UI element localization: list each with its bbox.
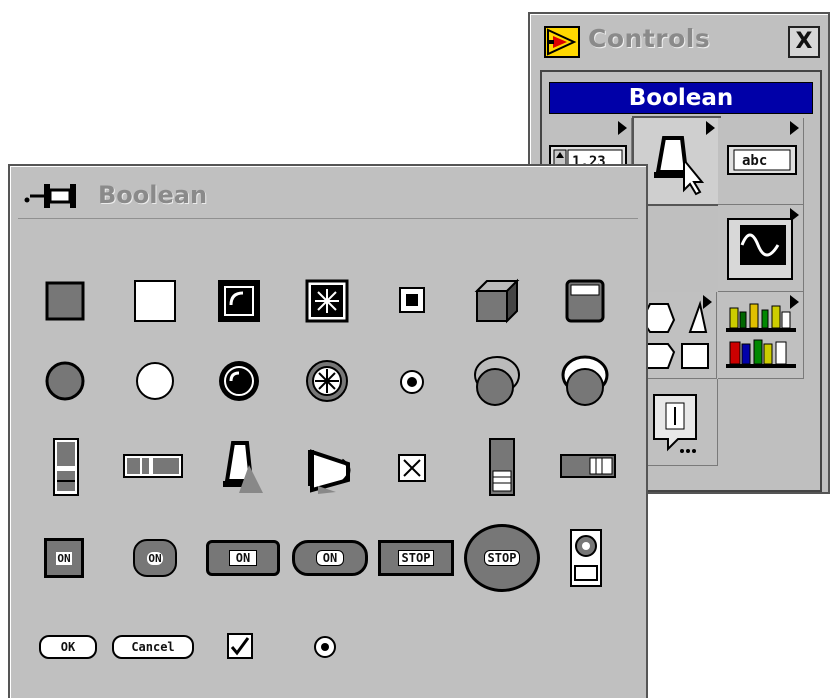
horizontal-toggle-lever[interactable] <box>300 438 360 498</box>
close-button[interactable]: X <box>788 26 820 58</box>
string-value-label: abc <box>742 153 768 169</box>
stop-label: STOP <box>397 550 435 566</box>
3d-round-rocker[interactable] <box>558 350 612 412</box>
round-push-button[interactable] <box>40 356 90 406</box>
on-label: ON <box>228 550 258 566</box>
rect-on-button[interactable]: ON <box>204 538 282 578</box>
refnum-icon <box>653 394 697 453</box>
boolean-titlebar[interactable]: Boolean <box>18 174 638 219</box>
ok-label: OK <box>60 640 76 654</box>
square-light[interactable] <box>212 276 266 326</box>
horizontal-rocker-switch[interactable] <box>558 450 618 482</box>
stop-button[interactable]: STOP <box>376 538 456 578</box>
radio-button[interactable] <box>308 630 342 664</box>
3d-round-button[interactable] <box>470 350 524 412</box>
on-label: ON <box>56 551 72 565</box>
submenu-arrow-icon <box>618 121 627 135</box>
round-light[interactable] <box>212 356 266 406</box>
pushpin-icon[interactable] <box>22 180 98 210</box>
submenu-arrow-icon <box>790 121 799 135</box>
round-burst-light[interactable] <box>300 356 354 406</box>
square-burst-light[interactable] <box>300 276 354 326</box>
square-push-button[interactable] <box>40 278 90 324</box>
round-stop-button[interactable]: STOP <box>462 522 542 594</box>
vertical-rocker-switch[interactable] <box>480 432 524 502</box>
palette-item-string[interactable]: abc <box>718 118 804 205</box>
graph-icon <box>727 218 793 280</box>
decorations-shapes-icon <box>640 300 709 369</box>
palette-item-graph[interactable] <box>718 205 804 292</box>
checkbox[interactable] <box>222 628 258 664</box>
cancel-label: Cancel <box>131 640 175 654</box>
square-on-button[interactable]: ON <box>42 536 86 580</box>
vertical-toggle-switch[interactable] <box>44 434 88 500</box>
palette-header: Boolean <box>549 82 813 114</box>
3d-rocker-square[interactable] <box>558 274 612 328</box>
ok-button[interactable]: OK <box>36 632 100 662</box>
bookshelf-icon <box>726 303 796 368</box>
boolean-palette-window: Boolean ON ON ON ON STOP STOP OK Cancel <box>8 164 648 698</box>
toggle-switch-icon <box>654 136 705 196</box>
boolean-title: Boolean <box>98 181 208 209</box>
on-label: ON <box>147 551 163 565</box>
rounded-on-button[interactable]: ON <box>290 538 370 578</box>
small-round-led[interactable] <box>392 362 432 402</box>
checkbox-x[interactable] <box>392 450 432 486</box>
horizontal-slide-switch[interactable] <box>120 450 186 482</box>
cancel-button[interactable]: Cancel <box>110 632 196 662</box>
controls-title: Controls <box>588 24 711 53</box>
3d-square-button[interactable] <box>470 274 524 328</box>
controls-titlebar[interactable]: Controls X <box>534 18 824 64</box>
octagon-on-button[interactable]: ON <box>128 536 182 580</box>
vertical-toggle-lever[interactable] <box>218 432 268 502</box>
stop-label: STOP <box>483 550 521 566</box>
palette-item-user-controls[interactable] <box>718 292 804 379</box>
round-led[interactable] <box>128 356 182 406</box>
vertical-push-switch[interactable] <box>564 526 608 590</box>
labview-logo-icon <box>544 26 580 58</box>
on-label: ON <box>315 550 345 566</box>
small-square-led[interactable] <box>392 280 432 320</box>
square-led[interactable] <box>128 276 182 326</box>
